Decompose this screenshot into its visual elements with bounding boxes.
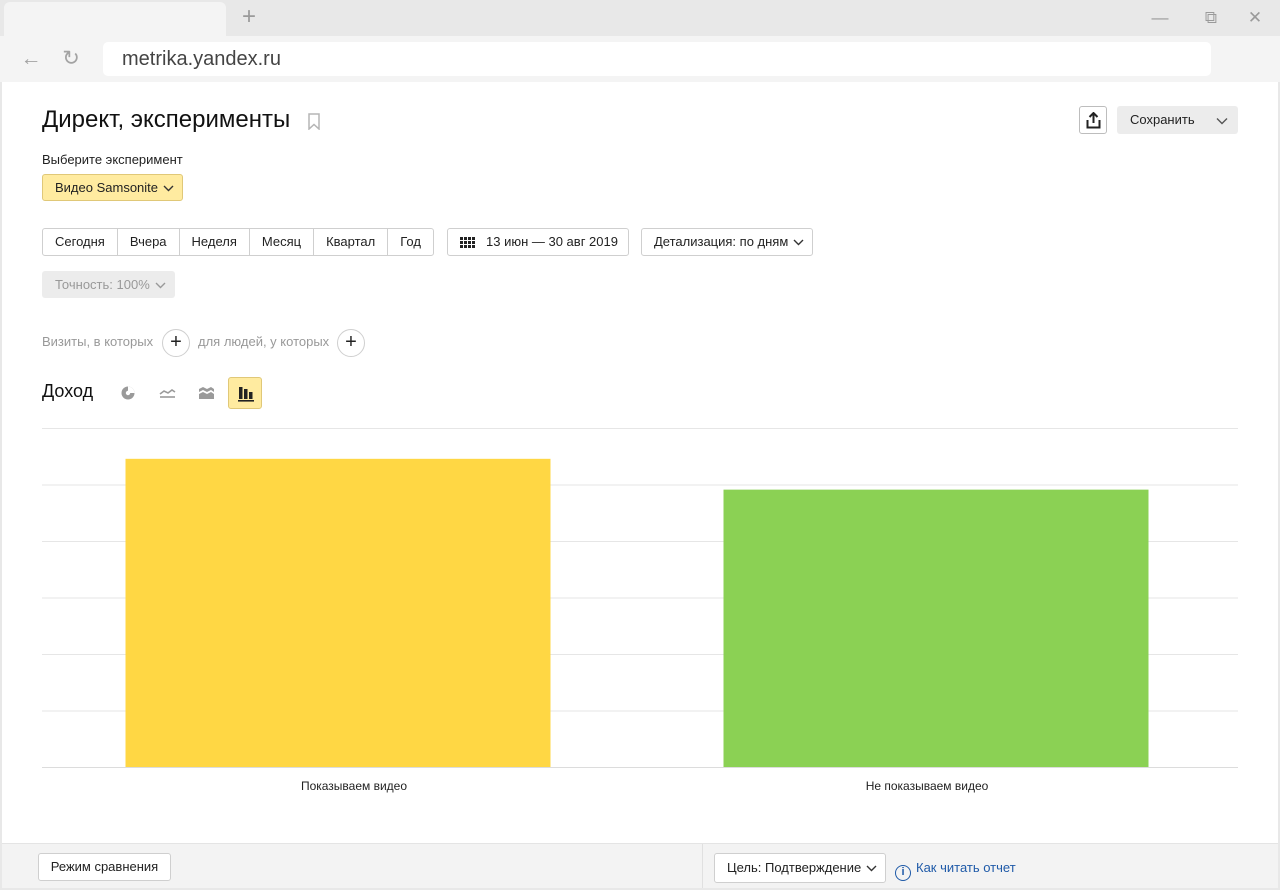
- goal-dropdown[interactable]: Цель: Подтверждение: [714, 853, 886, 883]
- experiment-label: Выберите эксперимент: [42, 152, 183, 167]
- how-to-read-label: Как читать отчет: [916, 860, 1016, 875]
- experiment-value: Видео Samsonite: [55, 180, 159, 195]
- plus-icon: +: [170, 331, 182, 353]
- visits-segment-label: Визиты, в которых: [42, 334, 154, 349]
- detail-dropdown[interactable]: Детализация: по дням: [641, 228, 813, 256]
- chart-svg: [42, 428, 1238, 768]
- accuracy-dropdown[interactable]: Точность: 100%: [42, 271, 175, 298]
- x-tick-label: Показываем видео: [300, 779, 408, 793]
- save-button-label: Сохранить: [1130, 112, 1195, 127]
- revenue-chart: Показываем видео Не показываем видео: [42, 428, 1238, 808]
- share-button[interactable]: [1079, 106, 1107, 134]
- close-icon[interactable]: ✕: [1243, 6, 1267, 30]
- back-icon[interactable]: ←: [19, 47, 43, 71]
- browser-toolbar: ← ↻ metrika.yandex.ru: [0, 36, 1280, 82]
- pie-chart-button[interactable]: [111, 377, 145, 409]
- date-range-label: 13 июн — 30 авг 2019: [486, 234, 618, 249]
- bar-chart-button[interactable]: [228, 377, 262, 409]
- pie-chart-icon: [121, 386, 135, 400]
- compare-mode-button[interactable]: Режим сравнения: [38, 853, 171, 881]
- chart-bar[interactable]: [723, 489, 1149, 767]
- how-to-read-link[interactable]: i Как читать отчет: [895, 860, 1016, 881]
- experiment-select[interactable]: Видео Samsonite: [42, 174, 183, 201]
- area-chart-button[interactable]: [189, 377, 223, 409]
- bookmark-icon[interactable]: [308, 113, 320, 130]
- chart-bar[interactable]: [125, 458, 551, 767]
- new-tab-icon[interactable]: +: [238, 5, 260, 29]
- date-range-button[interactable]: 13 июн — 30 авг 2019: [447, 228, 629, 256]
- period-quarter[interactable]: Квартал: [314, 229, 389, 255]
- period-week[interactable]: Неделя: [180, 229, 250, 255]
- period-year[interactable]: Год: [388, 229, 433, 255]
- detail-label: Детализация: по дням: [654, 234, 789, 249]
- save-button[interactable]: Сохранить: [1117, 106, 1238, 134]
- people-segment-label: для людей, у которых: [198, 334, 330, 349]
- period-today[interactable]: Сегодня: [43, 229, 118, 255]
- chevron-down-icon: [793, 239, 804, 246]
- accuracy-label: Точность: 100%: [55, 277, 150, 292]
- footer-bar: Режим сравнения Цель: Подтверждение i Как…: [2, 843, 1278, 888]
- chevron-down-icon: [163, 185, 174, 192]
- bar-chart-icon: [238, 387, 254, 402]
- add-visits-segment-button[interactable]: +: [162, 329, 190, 357]
- plus-icon: +: [345, 331, 357, 353]
- metric-label: Доход: [42, 381, 94, 401]
- goal-label: Цель: Подтверждение: [727, 860, 862, 875]
- period-selector: Сегодня Вчера Неделя Месяц Квартал Год: [42, 228, 434, 256]
- footer-divider: [702, 844, 703, 888]
- chevron-down-icon: [155, 282, 166, 289]
- minimize-icon[interactable]: —: [1148, 6, 1172, 30]
- chevron-down-icon: [1216, 106, 1228, 134]
- address-bar[interactable]: metrika.yandex.ru: [103, 42, 1211, 76]
- reload-icon[interactable]: ↻: [59, 47, 83, 71]
- page-title: Директ, эксперименты: [42, 106, 291, 133]
- calendar-icon: [460, 237, 475, 248]
- period-month[interactable]: Месяц: [250, 229, 315, 255]
- share-icon: [1086, 112, 1101, 129]
- chevron-down-icon: [866, 865, 877, 872]
- browser-window: + — ⧉ ✕ ← ↻ metrika.yandex.ru Директ, эк…: [0, 0, 1280, 890]
- info-icon: i: [895, 865, 911, 881]
- line-chart-button[interactable]: [150, 377, 184, 409]
- page-content: Директ, эксперименты Сохранить Выберите …: [2, 82, 1278, 888]
- browser-tab[interactable]: [4, 2, 226, 36]
- period-yesterday[interactable]: Вчера: [118, 229, 180, 255]
- restore-icon[interactable]: ⧉: [1199, 6, 1223, 30]
- x-tick-label: Не показываем видео: [865, 779, 989, 793]
- add-people-segment-button[interactable]: +: [337, 329, 365, 357]
- line-chart-icon: [159, 389, 176, 398]
- area-chart-icon: [199, 387, 214, 399]
